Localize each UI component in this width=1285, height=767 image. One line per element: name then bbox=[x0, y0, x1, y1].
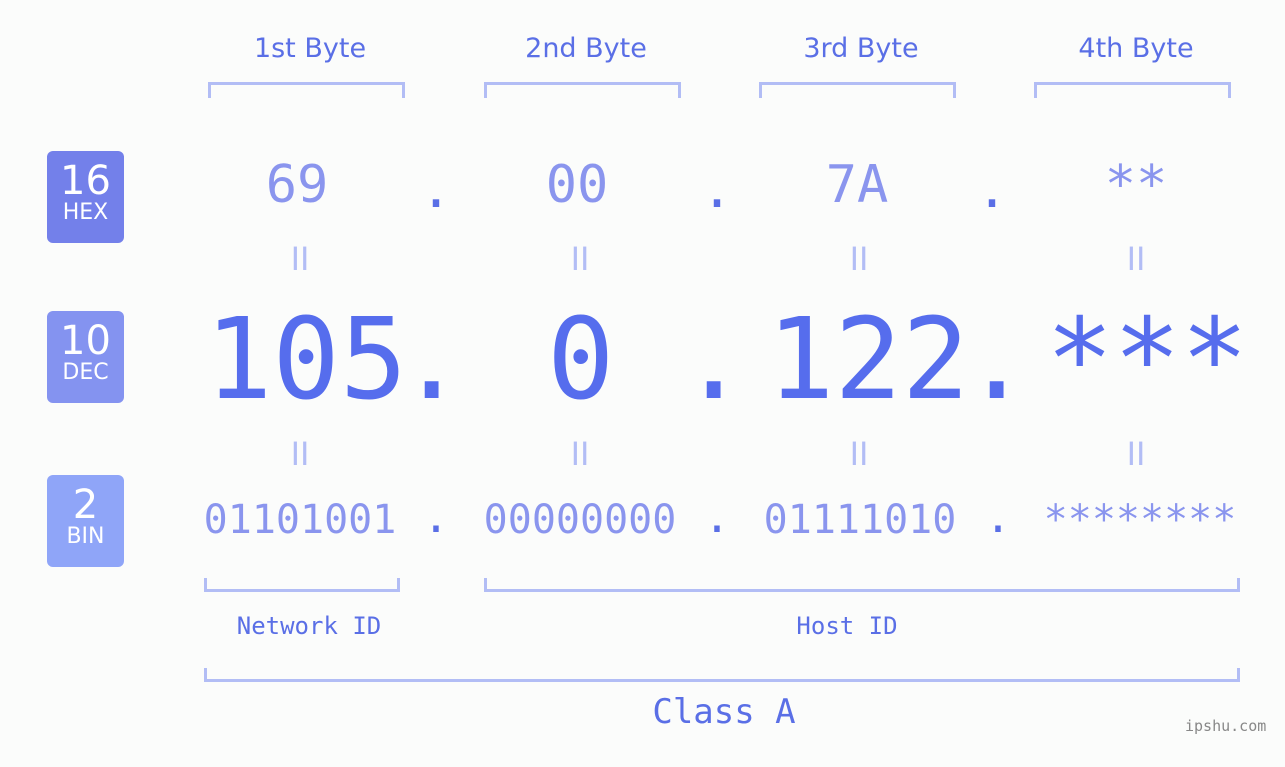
network-id-label: Network ID bbox=[236, 612, 382, 640]
byte-bracket-1 bbox=[208, 82, 405, 98]
hex-separator: . bbox=[420, 160, 452, 220]
byte-header-4: 4th Byte bbox=[1078, 33, 1194, 64]
byte-bracket-3 bbox=[759, 82, 956, 98]
equals-sign: II bbox=[1126, 240, 1146, 278]
byte-header-3: 3rd Byte bbox=[803, 33, 919, 64]
watermark: ipshu.com bbox=[1185, 717, 1267, 735]
dec-byte-4: *** bbox=[1046, 295, 1249, 425]
hex-byte-1: 69 bbox=[265, 155, 329, 215]
dec-byte-1: 105 bbox=[205, 295, 408, 425]
class-label: Class A bbox=[652, 692, 796, 732]
bin-base: 2 bbox=[72, 482, 99, 528]
dec-separator: . bbox=[398, 295, 466, 425]
bin-badge: 2 BIN bbox=[47, 475, 124, 567]
dec-separator: . bbox=[680, 295, 748, 425]
equals-sign: II bbox=[570, 435, 590, 473]
dec-separator: . bbox=[963, 295, 1031, 425]
network-id-bracket bbox=[204, 578, 400, 592]
byte-header-2: 2nd Byte bbox=[525, 33, 647, 64]
hex-badge: 16 HEX bbox=[47, 151, 124, 243]
host-id-label: Host ID bbox=[796, 612, 898, 640]
bin-separator: . bbox=[984, 492, 1012, 543]
hex-label: HEX bbox=[62, 200, 109, 225]
equals-sign: II bbox=[849, 435, 869, 473]
hex-byte-4: ** bbox=[1104, 155, 1168, 215]
byte-header-1: 1st Byte bbox=[253, 33, 367, 64]
bin-separator: . bbox=[422, 492, 450, 543]
bin-byte-3: 01111010 bbox=[763, 497, 957, 543]
equals-sign: II bbox=[290, 240, 310, 278]
equals-sign: II bbox=[570, 240, 590, 278]
bin-label: BIN bbox=[66, 524, 105, 549]
hex-byte-3: 7A bbox=[825, 155, 889, 215]
byte-bracket-2 bbox=[484, 82, 681, 98]
hex-separator: . bbox=[701, 160, 733, 220]
bin-separator: . bbox=[703, 492, 731, 543]
equals-sign: II bbox=[1126, 435, 1146, 473]
byte-bracket-4 bbox=[1034, 82, 1231, 98]
dec-badge: 10 DEC bbox=[47, 311, 124, 403]
bin-byte-2: 00000000 bbox=[483, 497, 677, 543]
dec-label: DEC bbox=[62, 360, 109, 385]
dec-base: 10 bbox=[60, 318, 111, 364]
bin-byte-1: 01101001 bbox=[203, 497, 397, 543]
host-id-bracket bbox=[484, 578, 1240, 592]
hex-base: 16 bbox=[60, 158, 111, 204]
hex-byte-2: 00 bbox=[545, 155, 609, 215]
equals-sign: II bbox=[290, 435, 310, 473]
class-bracket bbox=[204, 668, 1240, 682]
dec-byte-2: 0 bbox=[547, 295, 615, 425]
equals-sign: II bbox=[849, 240, 869, 278]
dec-byte-3: 122 bbox=[767, 295, 970, 425]
hex-separator: . bbox=[976, 160, 1008, 220]
bin-byte-4: ******** bbox=[1043, 497, 1237, 543]
